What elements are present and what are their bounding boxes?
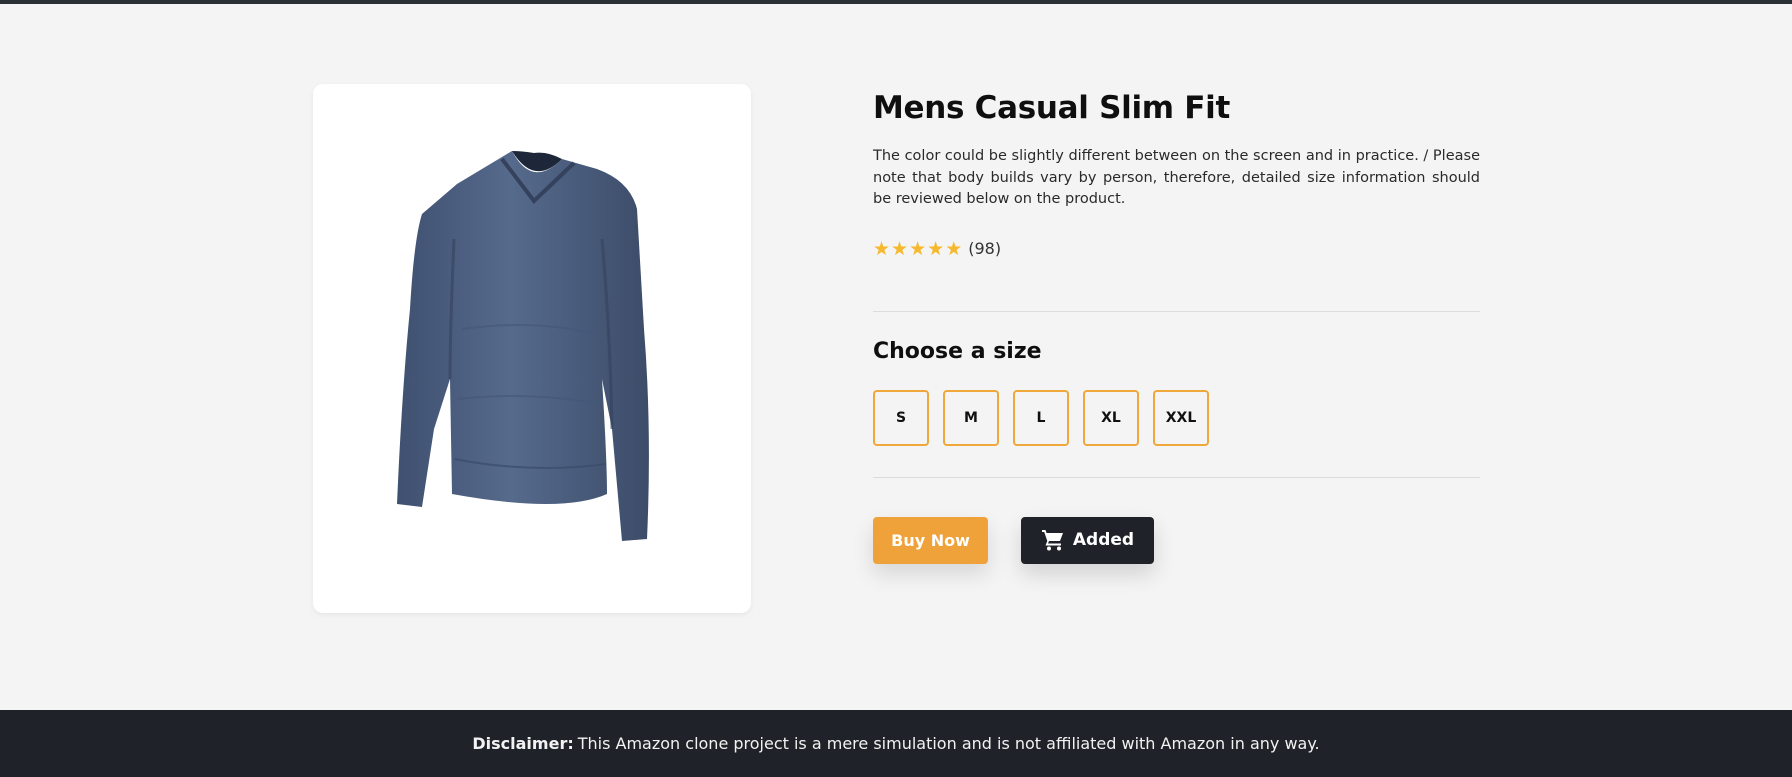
added-label: Added [1072, 530, 1135, 550]
star-icon: ★ [927, 237, 945, 260]
rating-count: (98) [968, 239, 1002, 258]
footer: Disclaimer: This Amazon clone project is… [0, 710, 1792, 777]
star-icon: ★ [891, 237, 909, 260]
product-title: Mens Casual Slim Fit [873, 90, 1231, 126]
divider [873, 310, 1480, 312]
size-heading: Choose a size [873, 338, 1042, 364]
size-options: S M L XL XXL [873, 389, 1480, 446]
product-actions: Buy Now Added [873, 516, 1480, 564]
product-image-card [313, 84, 751, 613]
product-description: The color could be slightly different be… [873, 148, 1480, 207]
size-button-m[interactable]: M [943, 389, 999, 446]
added-to-cart-button[interactable]: Added [1021, 516, 1154, 564]
size-button-l[interactable]: L [1013, 389, 1069, 446]
size-button-s[interactable]: S [873, 389, 929, 446]
size-button-xxl[interactable]: XXL [1153, 389, 1209, 446]
cart-icon [1041, 530, 1063, 551]
top-strip [0, 0, 1792, 4]
star-icon: ★ [873, 237, 891, 260]
product-rating: ★ ★ ★ ★ ★ (98) [873, 237, 1480, 261]
divider [873, 476, 1480, 478]
rating-stars: ★ ★ ★ ★ ★ [873, 239, 962, 259]
disclaimer-label: Disclaimer: [472, 734, 574, 753]
star-icon: ★ [945, 237, 963, 260]
size-button-xl[interactable]: XL [1083, 389, 1139, 446]
buy-now-button[interactable]: Buy Now [873, 516, 988, 564]
star-icon: ★ [909, 237, 927, 260]
product-shirt-image [397, 150, 649, 541]
buy-now-label: Buy Now [891, 530, 970, 550]
disclaimer-text: This Amazon clone project is a mere simu… [577, 734, 1320, 753]
product-details: Mens Casual Slim Fit The color could be … [873, 84, 1480, 564]
